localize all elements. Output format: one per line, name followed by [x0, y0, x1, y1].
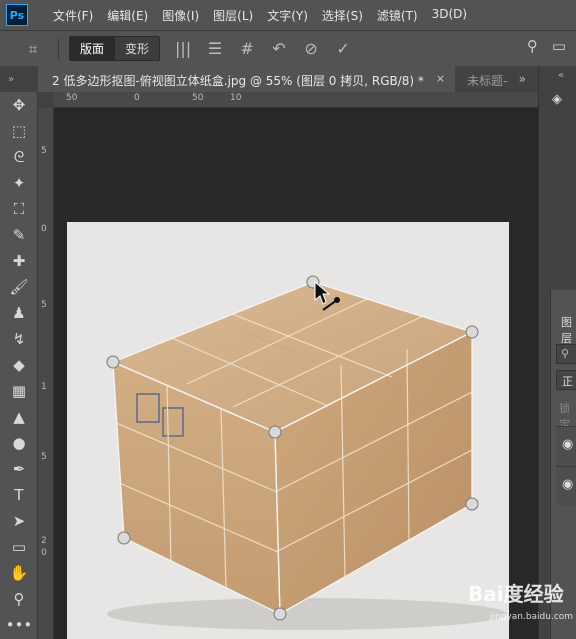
auto-straighten-vertical-icon[interactable]: ||| [174, 39, 192, 58]
warp-handle[interactable] [465, 497, 479, 511]
ruler-horizontal: 50 0 50 10 [38, 92, 538, 108]
history-brush-tool-icon[interactable]: ↯ [0, 326, 38, 352]
ruler-label: 5 [41, 300, 47, 310]
tab-close-icon[interactable]: × [436, 72, 445, 92]
document-tab-bar: 2 低多边形抠图-俯视图立体纸盒.jpg @ 55% (图层 0 拷贝, RGB… [38, 66, 538, 92]
stamp-tool-icon[interactable]: ♟ [0, 300, 38, 326]
box-photo [67, 222, 509, 639]
eyedropper-tool-icon[interactable]: ✎ [0, 222, 38, 248]
more-tools-icon[interactable]: ••• [0, 612, 38, 638]
baidu-watermark-logo: Bai度经验 [468, 582, 564, 606]
rectangle-tool-icon[interactable]: ▭ [0, 534, 38, 560]
tab-active-document[interactable]: 2 低多边形抠图-俯视图立体纸盒.jpg @ 55% (图层 0 拷贝, RGB… [38, 66, 456, 92]
ruler-label: 50 [66, 93, 78, 103]
blur-tool-icon[interactable]: ▲ [0, 404, 38, 430]
brush-tool-icon[interactable]: 🖌 [0, 274, 38, 300]
crop-tool-icon[interactable]: ⛶ [0, 196, 38, 222]
workspace-icon[interactable]: ▭ [552, 37, 566, 55]
warp-handle[interactable] [465, 325, 479, 339]
commit-check-icon[interactable]: ✓ [334, 39, 352, 58]
undo-reset-icon[interactable]: ↶ [270, 39, 288, 58]
hand-tool-icon[interactable]: ✋ [0, 560, 38, 586]
ruler-label: 1 [41, 382, 47, 392]
toolbox: ✥ ⬚ ᘓ ✦ ⛶ ✎ ✚ 🖌 ♟ ↯ ◆ ▦ ▲ ● ✒ T ➤ ▭ ✋ ⚲ … [0, 92, 38, 639]
layer-filter-search-icon[interactable]: ⚲ [556, 344, 576, 364]
tab-label: 2 低多边形抠图-俯视图立体纸盒.jpg @ 55% (图层 0 拷贝, RGB… [52, 74, 424, 88]
ruler-label: 0 [41, 224, 47, 234]
warp-mode-toggle: 版面 变形 [69, 36, 161, 61]
more-tabs-icon[interactable]: » [519, 72, 526, 86]
ruler-label: 10 [230, 93, 242, 103]
layer-row[interactable]: ◉ [556, 466, 576, 506]
warp-handle[interactable] [273, 607, 287, 621]
menu-filter[interactable]: 滤镜(T) [370, 7, 425, 24]
3d-cube-icon[interactable]: ◈ [548, 92, 566, 110]
gradient-tool-icon[interactable]: ▦ [0, 378, 38, 404]
ruler-label: 5 [41, 146, 47, 156]
visibility-eye-icon[interactable]: ◉ [562, 477, 573, 492]
layer-row[interactable]: ◉ [556, 426, 576, 466]
ruler-label: 5 [41, 452, 47, 462]
dodge-tool-icon[interactable]: ● [0, 430, 38, 456]
ruler-vertical: 5 0 5 1 5 2 0 [38, 108, 54, 639]
warp-handle[interactable] [117, 531, 131, 545]
cancel-icon[interactable]: ⊘ [302, 39, 320, 58]
menu-select[interactable]: 选择(S) [315, 7, 370, 24]
healing-brush-tool-icon[interactable]: ✚ [0, 248, 38, 274]
menu-3d[interactable]: 3D(D) [425, 7, 474, 24]
visibility-eye-icon[interactable]: ◉ [562, 437, 573, 452]
warp-handle[interactable] [268, 425, 282, 439]
menu-file[interactable]: 文件(F) [46, 7, 100, 24]
ruler-label: 2 [41, 536, 47, 546]
watermark-url: jingyan.baidu.com [490, 612, 574, 622]
menu-bar: Ps 文件(F) 编辑(E) 图像(I) 图层(L) 文字(Y) 选择(S) 滤… [0, 0, 576, 30]
type-tool-icon[interactable]: T [0, 482, 38, 508]
move-tool-icon[interactable]: ✥ [0, 92, 38, 118]
divider [58, 37, 59, 60]
auto-straighten-horizontal-icon[interactable]: ☰ [206, 39, 224, 58]
dock-collapse-icon[interactable]: « [538, 66, 576, 86]
search-icon[interactable]: ⚲ [527, 37, 538, 55]
tab-untitled[interactable]: 未标题- [455, 66, 517, 92]
eraser-tool-icon[interactable]: ◆ [0, 352, 38, 378]
auto-straighten-both-icon[interactable]: # [238, 39, 256, 58]
warp-handle[interactable] [106, 355, 120, 369]
ruler-label: 0 [41, 548, 47, 558]
layout-mode-button[interactable]: 版面 [70, 37, 115, 60]
magic-wand-tool-icon[interactable]: ✦ [0, 170, 38, 196]
layers-panel-title: 图层 [561, 316, 572, 345]
menu-edit[interactable]: 编辑(E) [100, 7, 155, 24]
menu-layer[interactable]: 图层(L) [206, 7, 260, 24]
shadow [107, 598, 507, 630]
pen-tool-icon[interactable]: ✒ [0, 456, 38, 482]
ruler-corner [38, 92, 54, 108]
blend-mode-select[interactable]: 正 [556, 370, 576, 390]
perspective-warp-tool-icon[interactable]: ⌗ [18, 36, 48, 62]
marquee-tool-icon[interactable]: ⬚ [0, 118, 38, 144]
ruler-label: 0 [134, 93, 140, 103]
warp-mode-button[interactable]: 变形 [114, 37, 160, 60]
ruler-label: 50 [192, 93, 204, 103]
menu-image[interactable]: 图像(I) [155, 7, 206, 24]
photoshop-logo-icon: Ps [6, 4, 28, 26]
menu-type[interactable]: 文字(Y) [260, 7, 315, 24]
toolbox-collapse-icon[interactable]: » [0, 66, 38, 92]
zoom-tool-icon[interactable]: ⚲ [0, 586, 38, 612]
path-selection-tool-icon[interactable]: ➤ [0, 508, 38, 534]
photoshop-window: Ps 文件(F) 编辑(E) 图像(I) 图层(L) 文字(Y) 选择(S) 滤… [0, 0, 576, 639]
lasso-tool-icon[interactable]: ᘓ [0, 144, 38, 170]
document-canvas[interactable] [67, 222, 509, 639]
options-bar: ⌗ 版面 变形 ||| ☰ # ↶ ⊘ ✓ ⚲ ▭ [0, 30, 576, 66]
